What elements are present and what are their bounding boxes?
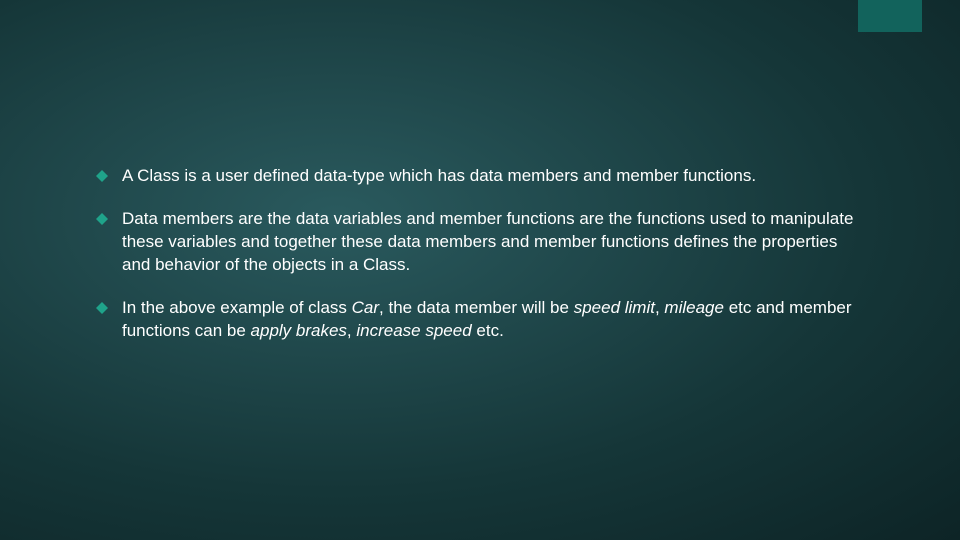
list-item: In the above example of class Car, the d… — [96, 297, 856, 343]
diamond-bullet-icon — [96, 302, 108, 314]
list-item-text: A Class is a user defined data-type whic… — [122, 165, 856, 188]
list-item: Data members are the data variables and … — [96, 208, 856, 277]
accent-bar — [858, 0, 922, 32]
diamond-bullet-icon — [96, 170, 108, 182]
slide-content: A Class is a user defined data-type whic… — [96, 165, 856, 363]
list-item-text: In the above example of class Car, the d… — [122, 297, 856, 343]
list-item-text: Data members are the data variables and … — [122, 208, 856, 277]
diamond-bullet-icon — [96, 213, 108, 225]
list-item: A Class is a user defined data-type whic… — [96, 165, 856, 188]
